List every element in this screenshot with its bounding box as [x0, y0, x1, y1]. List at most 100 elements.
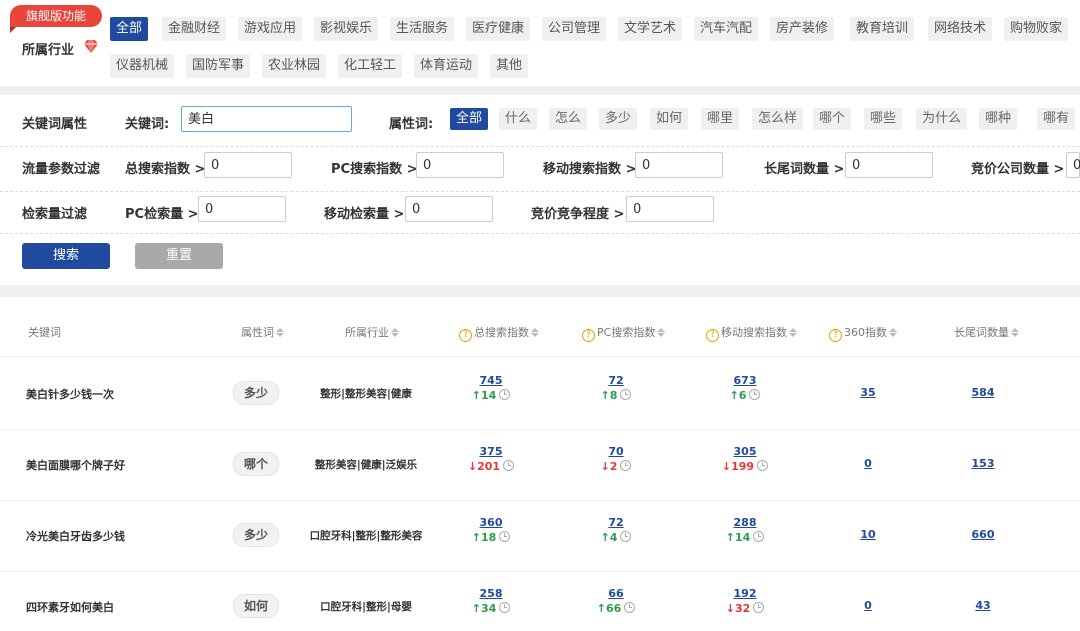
360-index-link[interactable]: 0 — [838, 599, 898, 612]
mobile-value-link[interactable]: 673 — [705, 374, 785, 387]
industry-tag[interactable]: 购物败家 — [1004, 17, 1069, 41]
header-longtail[interactable]: 长尾词数量 — [954, 324, 1019, 340]
longtail-link[interactable]: 153 — [953, 457, 1013, 470]
header-pc-index[interactable]: ? PC搜索指数 — [582, 324, 666, 342]
prop-tag[interactable]: 哪种 — [979, 108, 1018, 130]
mobile-delta: 14 — [734, 531, 751, 544]
search-button[interactable]: 搜索 — [22, 243, 110, 269]
prop-tag[interactable]: 多少 — [599, 108, 638, 130]
prop-tag[interactable]: 怎么 — [549, 108, 588, 130]
arrow-down-icon: ↓ — [467, 460, 478, 473]
clock-icon[interactable] — [620, 531, 632, 542]
prop-tag[interactable]: 哪里 — [701, 108, 740, 130]
prop-tag[interactable]: 哪些 — [864, 108, 903, 130]
clock-icon[interactable] — [503, 460, 515, 471]
industry-tag[interactable]: 房产装修 — [770, 17, 835, 41]
360-index-link[interactable]: 35 — [838, 386, 898, 399]
longtail-link[interactable]: 660 — [953, 528, 1013, 541]
clock-icon[interactable] — [499, 531, 511, 542]
arrow-up-icon: ↑ — [600, 389, 610, 402]
industry-tag[interactable]: 全部 — [110, 17, 149, 41]
pc-volume-label: PC检索量 > — [125, 207, 199, 222]
industry-tag[interactable]: 金融财经 — [162, 17, 227, 41]
prop-tag[interactable]: 哪有 — [1037, 108, 1076, 130]
industry-tag[interactable]: 体育运动 — [414, 54, 479, 78]
pc-cell: 70 ↓2 — [576, 445, 656, 473]
longtail-link[interactable]: 584 — [953, 386, 1013, 399]
industry-tag[interactable]: 游戏应用 — [238, 17, 303, 41]
header-mobile-index[interactable]: ? 移动搜索指数 — [706, 324, 797, 342]
keyword-input[interactable]: 美白 — [181, 106, 352, 132]
header-attr[interactable]: 属性词 — [241, 324, 284, 340]
industry-tag[interactable]: 教育培训 — [850, 17, 915, 41]
total-cell: 375 ↓201 — [451, 445, 531, 473]
industry-tag[interactable]: 文学艺术 — [618, 17, 683, 41]
industry-tag[interactable]: 仪器机械 — [110, 54, 175, 78]
header-total-index[interactable]: ? 总搜索指数 — [459, 324, 539, 342]
total-trend: ↑14 — [451, 389, 531, 402]
header-industry[interactable]: 所属行业 — [345, 324, 399, 340]
mobile-index-input[interactable]: 0 — [635, 152, 723, 178]
clock-icon[interactable] — [753, 602, 765, 613]
longtail-input[interactable]: 0 — [845, 152, 933, 178]
clock-icon[interactable] — [620, 389, 632, 400]
industry-tag[interactable]: 其他 — [490, 54, 529, 78]
row-divider — [0, 356, 1080, 357]
compete-input[interactable]: 0 — [626, 196, 714, 222]
prop-tag[interactable]: 哪个 — [813, 108, 852, 130]
mobile-value-link[interactable]: 288 — [705, 516, 785, 529]
prop-tag[interactable]: 全部 — [450, 108, 489, 130]
mobile-volume-input[interactable]: 0 — [405, 196, 493, 222]
industry-cell: 口腔牙科|整形|母婴 — [320, 601, 412, 613]
360-index-link[interactable]: 0 — [838, 457, 898, 470]
total-index-input[interactable]: 0 — [204, 152, 292, 178]
clock-icon[interactable] — [499, 389, 511, 400]
clock-icon[interactable] — [499, 602, 511, 613]
total-value-link[interactable]: 745 — [451, 374, 531, 387]
industry-tag[interactable]: 网络技术 — [928, 17, 993, 41]
clock-icon[interactable] — [620, 460, 632, 471]
clock-icon[interactable] — [749, 389, 761, 400]
pc-trend: ↑4 — [576, 531, 656, 544]
mobile-value-link[interactable]: 192 — [705, 587, 785, 600]
pc-index-input[interactable]: 0 — [416, 152, 504, 178]
industry-tag[interactable]: 生活服务 — [390, 17, 455, 41]
total-delta: 14 — [480, 389, 497, 402]
pc-trend: ↑8 — [576, 389, 656, 402]
industry-tag[interactable]: 农业林园 — [262, 54, 327, 78]
prop-tag[interactable]: 怎么样 — [752, 108, 804, 130]
pc-value-link[interactable]: 72 — [576, 374, 656, 387]
longtail-link[interactable]: 43 — [953, 599, 1013, 612]
industry-tag[interactable]: 国防军事 — [186, 54, 251, 78]
total-cell: 745 ↑14 — [451, 374, 531, 402]
total-value-link[interactable]: 258 — [451, 587, 531, 600]
clock-icon[interactable] — [753, 531, 765, 542]
industry-tag[interactable]: 影视娱乐 — [314, 17, 379, 41]
clock-icon[interactable] — [624, 602, 636, 613]
industry-tag[interactable]: 医疗健康 — [466, 17, 531, 41]
mobile-value-link[interactable]: 305 — [705, 445, 785, 458]
industry-tag[interactable]: 公司管理 — [542, 17, 607, 41]
clock-icon[interactable] — [757, 460, 769, 471]
pc-volume-input[interactable]: 0 — [198, 196, 286, 222]
bid-company-input[interactable]: 0 — [1066, 152, 1080, 178]
pc-value-link[interactable]: 70 — [576, 445, 656, 458]
results-table: 关键词 属性词 所属行业 ? 总搜索指数 ? PC搜索指数 ? 移动搜索指数 ? 360… — [0, 297, 1080, 631]
prop-tag[interactable]: 什么 — [499, 108, 538, 130]
diamond-icon — [84, 40, 98, 53]
prop-tag[interactable]: 如何 — [650, 108, 689, 130]
total-value-link[interactable]: 360 — [451, 516, 531, 529]
pc-value-link[interactable]: 72 — [576, 516, 656, 529]
pc-cell: 66 ↑66 — [576, 587, 656, 615]
total-value-link[interactable]: 375 — [451, 445, 531, 458]
reset-button[interactable]: 重置 — [135, 243, 223, 269]
header-360-index[interactable]: ? 360指数 — [829, 324, 897, 342]
industry-tag[interactable]: 汽车汽配 — [694, 17, 759, 41]
pc-value-link[interactable]: 66 — [576, 587, 656, 600]
sort-icon — [391, 328, 399, 337]
industry-tag[interactable]: 化工轻工 — [338, 54, 403, 78]
mobile-volume-label: 移动检索量 > — [324, 207, 405, 222]
360-index-link[interactable]: 10 — [838, 528, 898, 541]
industry-cell: 整形美容|健康|泛娱乐 — [314, 459, 418, 471]
prop-tag[interactable]: 为什么 — [916, 108, 968, 130]
